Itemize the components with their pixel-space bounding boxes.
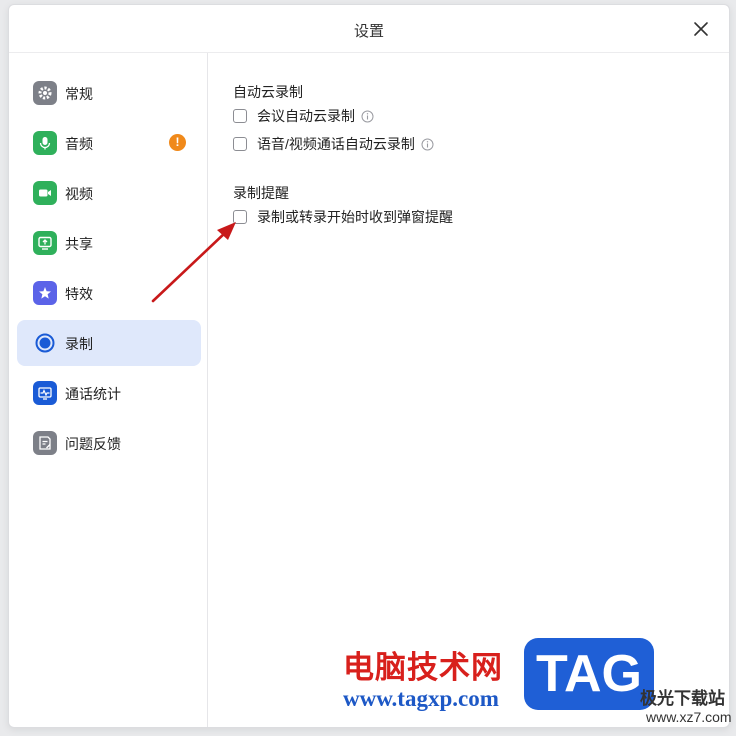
checkbox[interactable] [233,210,247,224]
option-label: 会议自动云录制 [257,108,355,124]
sidebar-item-label: 视频 [65,186,93,202]
sidebar-item-video[interactable]: 视频 [17,170,201,216]
option-record-start-popup[interactable]: 录制或转录开始时收到弹窗提醒 [233,207,453,227]
sidebar-item-label: 共享 [65,236,93,252]
checkbox[interactable] [233,109,247,123]
sidebar-item-effects[interactable]: 特效 [17,270,201,316]
sidebar-item-call-stats[interactable]: 通话统计 [17,370,201,416]
call-statistics-icon [33,381,57,405]
microphone-icon [33,131,57,155]
sidebar-item-recording[interactable]: 录制 [17,320,201,366]
watermark-url: www.tagxp.com [343,686,499,711]
watermark-logo: TAG [524,638,654,710]
info-icon[interactable] [421,138,434,151]
section-title-record-reminder: 录制提醒 [233,185,289,201]
feedback-icon [33,431,57,455]
checkbox[interactable] [233,137,247,151]
section-title-auto-cloud-record: 自动云录制 [233,84,303,100]
share-screen-icon [33,231,57,255]
recording-settings-panel: 自动云录制 会议自动云录制 语音/视频通话自动云录制 录制提醒 录制或转录开始时… [209,53,729,727]
sidebar-item-label: 常规 [65,86,93,102]
sidebar-item-share[interactable]: 共享 [17,220,201,266]
option-label: 语音/视频通话自动云录制 [257,136,415,152]
watermark-site-url: www.xz7.com [646,709,732,725]
title-bar: 设置 [9,5,729,53]
settings-window: 设置 常规 音频 ! 视频 共享 特效 录制 通话统计 问题反馈 自动云录制 会… [8,4,730,728]
info-icon[interactable] [361,110,374,123]
close-icon [694,22,708,36]
magic-effect-icon [33,281,57,305]
sidebar-item-feedback[interactable]: 问题反馈 [17,420,201,466]
record-icon [33,331,57,355]
window-title: 设置 [353,23,384,40]
sidebar-item-audio[interactable]: 音频 ! [17,120,201,166]
option-call-auto-cloud-record[interactable]: 语音/视频通话自动云录制 [233,134,434,154]
sidebar: 常规 音频 ! 视频 共享 特效 录制 通话统计 问题反馈 [9,53,208,727]
watermark-brand: 电脑技术网 [343,650,503,686]
sidebar-item-label: 音频 [65,136,93,152]
sidebar-item-label: 录制 [65,336,93,352]
sidebar-item-label: 特效 [65,286,93,302]
close-button[interactable] [691,19,711,39]
option-meeting-auto-cloud-record[interactable]: 会议自动云录制 [233,106,374,126]
video-camera-icon [33,181,57,205]
sidebar-item-label: 问题反馈 [65,436,121,452]
sidebar-item-label: 通话统计 [65,386,121,402]
gear-icon [33,81,57,105]
watermark-site: 极光下载站 [640,689,725,708]
option-label: 录制或转录开始时收到弹窗提醒 [257,209,453,225]
warning-badge: ! [169,134,186,151]
sidebar-item-general[interactable]: 常规 [17,70,201,116]
